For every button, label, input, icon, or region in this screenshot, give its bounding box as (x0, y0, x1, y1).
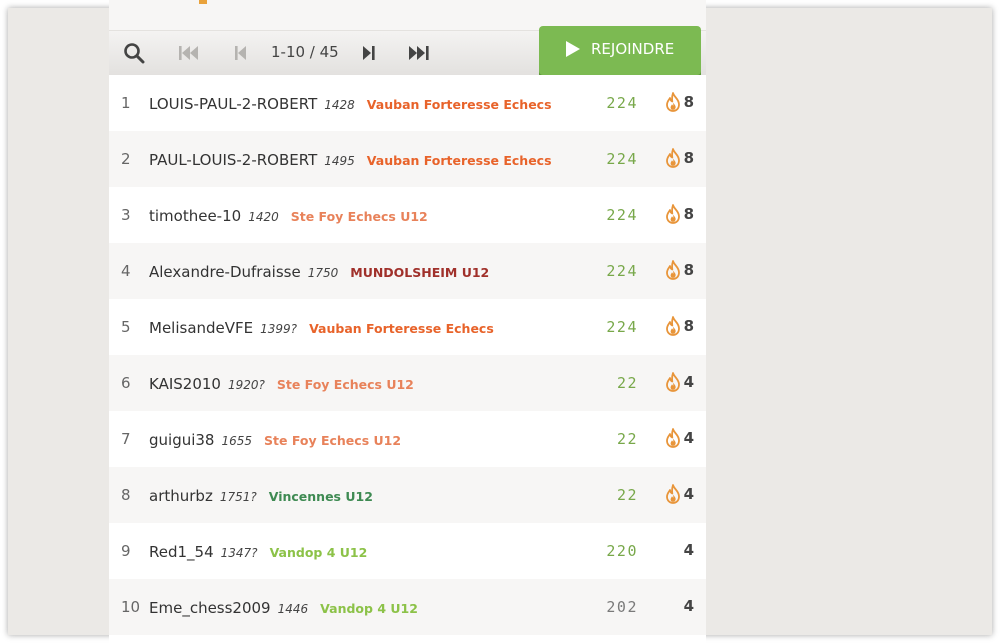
player-rating: 1750 (307, 266, 339, 280)
player-score: 224 (606, 94, 638, 112)
player-row[interactable]: 7 guigui38 1655 Ste Foy Echecs U12 22 4 (109, 411, 706, 467)
player-score: 22 (616, 430, 638, 448)
player-rank: 4 (121, 262, 131, 280)
play-icon (566, 41, 580, 57)
player-points: 4 (683, 597, 694, 615)
fire-streak-icon (665, 92, 681, 116)
player-row[interactable]: 8 arthurbz 1751? Vincennes U12 22 4 (109, 467, 706, 523)
player-score: 22 (616, 486, 638, 504)
player-rating: 1446 (277, 602, 309, 616)
player-score: 224 (606, 318, 638, 336)
fire-streak-icon (665, 148, 681, 172)
team-link[interactable]: Vandop 4 U12 (320, 601, 418, 616)
team-link[interactable]: Ste Foy Echecs U12 (277, 377, 414, 392)
team-link[interactable]: Ste Foy Echecs U12 (291, 209, 428, 224)
player-rank: 3 (121, 206, 131, 224)
fire-streak-icon (665, 316, 681, 340)
player-name-link[interactable]: guigui38 (149, 431, 214, 449)
join-button-label: REJOINDRE (591, 40, 675, 58)
join-button[interactable]: REJOINDRE (539, 26, 701, 75)
player-rank: 8 (121, 486, 131, 504)
player-rank: 1 (121, 94, 131, 112)
player-rating: 1920? (227, 378, 265, 392)
player-rank: 2 (121, 150, 131, 168)
team-link[interactable]: Vauban Forteresse Echecs (367, 153, 552, 168)
next-page-icon[interactable] (359, 42, 383, 64)
player-points: 8 (683, 317, 694, 335)
team-link[interactable]: MUNDOLSHEIM U12 (350, 265, 489, 280)
player-points: 4 (683, 373, 694, 391)
player-name-link[interactable]: Eme_chess2009 (149, 599, 271, 617)
player-points: 8 (683, 93, 694, 111)
player-row[interactable]: 5 MelisandeVFE 1399? Vauban Forteresse Eche… (109, 299, 706, 355)
player-rank: 10 (121, 598, 141, 616)
player-rating: 1428 (324, 98, 355, 112)
player-row[interactable]: 9 Red1_54 1347? Vandop 4 U12 220 4 (109, 523, 706, 579)
player-rating: 1655 (221, 434, 253, 448)
team-link[interactable]: Ste Foy Echecs U12 (264, 433, 401, 448)
player-score: 224 (606, 262, 638, 280)
player-row[interactable]: 4 Alexandre-Dufraisse 1750 MUNDOLSHEIM U12 2… (109, 243, 706, 299)
player-row[interactable]: 3 timothee-10 1420 Ste Foy Echecs U12 224 8 (109, 187, 706, 243)
player-rank: 9 (121, 542, 131, 560)
player-rank: 6 (121, 374, 131, 392)
fire-streak-icon (665, 428, 681, 452)
team-link[interactable]: Vauban Forteresse Echecs (367, 97, 552, 112)
team-link[interactable]: Vandop 4 U12 (270, 545, 368, 560)
player-name-link[interactable]: KAIS2010 (149, 375, 221, 393)
player-rank: 5 (121, 318, 131, 336)
player-points: 8 (683, 261, 694, 279)
player-points: 4 (683, 429, 694, 447)
page-info: 1-10 / 45 (271, 43, 339, 61)
player-rating: 1751? (219, 490, 257, 504)
fire-streak-icon (665, 484, 681, 508)
player-name-link[interactable]: arthurbz (149, 487, 213, 505)
player-rating: 1347? (220, 546, 258, 560)
first-page-icon[interactable] (177, 42, 201, 64)
player-name-link[interactable]: Alexandre-Dufraisse (149, 263, 301, 281)
top-strip-accent (199, 0, 207, 4)
player-rank: 7 (121, 430, 131, 448)
player-points: 4 (683, 485, 694, 503)
player-points: 8 (683, 149, 694, 167)
player-row[interactable]: 6 KAIS2010 1920? Ste Foy Echecs U12 22 4 (109, 355, 706, 411)
standings-list: 1 LOUIS-PAUL-2-ROBERT 1428 Vauban Forteress… (109, 75, 706, 635)
fire-streak-icon (665, 204, 681, 228)
player-row[interactable]: 10 Eme_chess2009 1446 Vandop 4 U12 202 4 (109, 579, 706, 635)
team-link[interactable]: Vauban Forteresse Echecs (309, 321, 494, 336)
player-score: 22 (616, 374, 638, 392)
search-icon[interactable] (123, 42, 147, 64)
pager-toolbar: 1-10 / 45 REJOINDRE (109, 26, 706, 76)
player-points: 4 (683, 541, 694, 559)
player-score: 202 (606, 598, 638, 616)
player-name-link[interactable]: PAUL-LOUIS-2-ROBERT (149, 151, 317, 169)
fire-streak-icon (665, 260, 681, 284)
fire-streak-icon (665, 372, 681, 396)
tournament-standings-panel: 1-10 / 45 REJOINDRE 1 LOUIS-PAUL-2-ROBERT… (109, 0, 706, 643)
player-score: 220 (606, 542, 638, 560)
previous-page-icon[interactable] (231, 42, 255, 64)
player-rating: 1495 (324, 154, 355, 168)
player-name-link[interactable]: Red1_54 (149, 543, 214, 561)
player-name-link[interactable]: LOUIS-PAUL-2-ROBERT (149, 95, 317, 113)
player-name-link[interactable]: MelisandeVFE (149, 319, 253, 337)
team-link[interactable]: Vincennes U12 (269, 489, 373, 504)
player-score: 224 (606, 150, 638, 168)
player-rating: 1420 (248, 210, 279, 224)
player-points: 8 (683, 205, 694, 223)
player-score: 224 (606, 206, 638, 224)
last-page-icon[interactable] (407, 42, 431, 64)
player-name-link[interactable]: timothee-10 (149, 207, 241, 225)
player-row[interactable]: 2 PAUL-LOUIS-2-ROBERT 1495 Vauban Forteress… (109, 131, 706, 187)
player-rating: 1399? (260, 322, 298, 336)
player-row[interactable]: 1 LOUIS-PAUL-2-ROBERT 1428 Vauban Forteress… (109, 75, 706, 131)
